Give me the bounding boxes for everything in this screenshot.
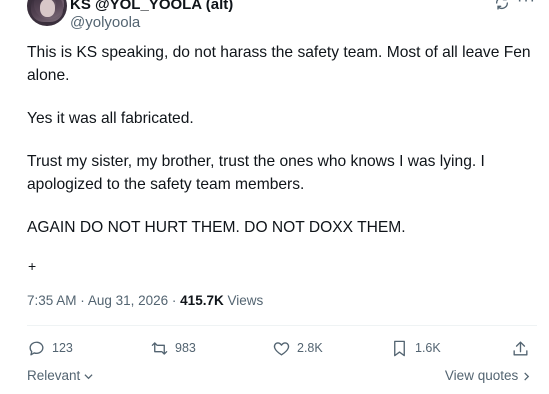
tweet-extra-text: +	[28, 258, 37, 274]
tweet-paragraph: Yes it was all fabricated.	[27, 110, 194, 127]
like-button[interactable]: 2.8K	[272, 336, 323, 360]
chevron-down-icon	[84, 374, 93, 380]
tweet-meta: 7:35 AM · Aug 31, 2026 · 415.7K Views	[27, 293, 263, 308]
repost-icon	[151, 341, 168, 355]
author-handle[interactable]: @yolyoola	[70, 14, 140, 32]
meta-separator: ·	[171, 293, 177, 308]
tweet-paragraph: AGAIN DO NOT HURT THEM. DO NOT DOXX THEM…	[27, 219, 406, 236]
tweet-text: This is KS speaking, do not harass the s…	[27, 41, 537, 259]
repost-count: 983	[175, 341, 196, 355]
author-display-name[interactable]: KS @YOL_YOOLA (alt)	[70, 0, 233, 14]
tweet-paragraph: This is KS speaking, do not harass the s…	[27, 44, 535, 84]
repost-button[interactable]: 983	[150, 336, 196, 360]
tweet-date[interactable]: Aug 31, 2026	[88, 293, 168, 308]
view-quotes-label: View quotes	[444, 368, 519, 383]
action-bar: 123 983 2.8K 1.6K	[27, 336, 537, 360]
reply-button[interactable]: 123	[27, 336, 73, 360]
bookmark-count: 1.6K	[415, 341, 441, 355]
sort-label: Relevant	[27, 368, 81, 383]
views-count[interactable]: 415.7K	[180, 293, 224, 308]
views-label: Views	[227, 293, 264, 308]
avatar-face	[40, 0, 55, 17]
avatar[interactable]	[27, 0, 67, 26]
view-quotes-link[interactable]: View quotes	[445, 368, 531, 383]
share-button[interactable]	[511, 336, 536, 360]
bookmark-button[interactable]: 1.6K	[390, 336, 441, 360]
share-icon	[513, 340, 528, 356]
reply-count: 123	[52, 341, 73, 355]
like-icon	[273, 341, 290, 356]
reply-icon	[29, 341, 44, 356]
bookmark-icon	[394, 340, 405, 356]
meta-separator: ·	[80, 293, 85, 308]
sort-replies-dropdown[interactable]: Relevant	[27, 368, 93, 383]
more-icon[interactable]: ···	[517, 0, 536, 10]
tweet-paragraph: Trust my sister, my brother, trust the o…	[27, 153, 490, 193]
chevron-right-icon	[524, 372, 530, 381]
like-count: 2.8K	[297, 341, 323, 355]
grok-icon[interactable]	[494, 0, 510, 11]
divider	[27, 325, 537, 326]
tweet-time[interactable]: 7:35 AM	[27, 293, 77, 308]
